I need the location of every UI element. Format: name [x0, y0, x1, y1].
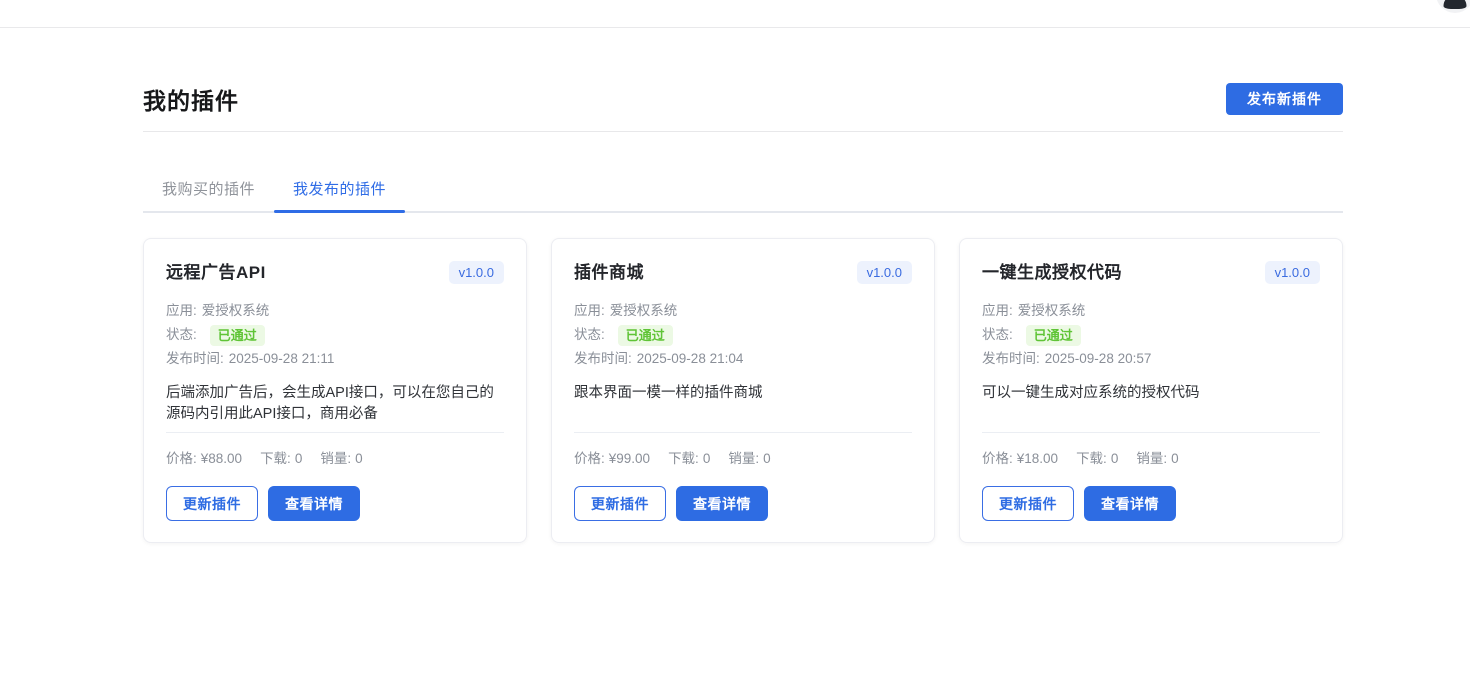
- price-label: 价格:: [982, 451, 1013, 466]
- sales-label: 销量:: [1136, 451, 1167, 466]
- price-stat: 价格: ¥18.00: [982, 447, 1058, 467]
- app-label: 应用:: [166, 299, 197, 323]
- publish-time-value: 2025-09-28 20:57: [1045, 347, 1152, 371]
- price-value: ¥99.00: [609, 451, 650, 466]
- version-badge: v1.0.0: [449, 261, 504, 284]
- publish-time-label: 发布时间:: [166, 347, 224, 371]
- top-bar: [0, 0, 1470, 28]
- meta-publish-time-row: 发布时间: 2025-09-28 21:11: [166, 347, 504, 371]
- plugin-meta: 应用: 爱授权系统 状态: 已通过 发布时间: 2025-09-28 21:11: [166, 299, 504, 371]
- plugin-stats: 价格: ¥88.00 下载: 0 销量: 0: [166, 433, 504, 467]
- tab-bar: 我购买的插件 我发布的插件: [143, 171, 1343, 213]
- version-badge: v1.0.0: [1265, 261, 1320, 284]
- update-plugin-button[interactable]: 更新插件: [982, 486, 1074, 521]
- page-header: 我的插件 发布新插件: [143, 82, 1343, 132]
- meta-app-row: 应用: 爱授权系统: [982, 299, 1320, 323]
- plugin-card: 远程广告API v1.0.0 应用: 爱授权系统 状态: 已通过 发布时间: 2…: [143, 238, 527, 543]
- sales-label: 销量:: [320, 451, 351, 466]
- app-label: 应用:: [982, 299, 1013, 323]
- app-label: 应用:: [574, 299, 605, 323]
- sales-value: 0: [1171, 451, 1179, 466]
- tab-published-plugins[interactable]: 我发布的插件: [274, 171, 405, 211]
- plugin-title: 远程广告API: [166, 261, 266, 285]
- card-header: 一键生成授权代码 v1.0.0: [982, 261, 1320, 285]
- plugin-card: 插件商城 v1.0.0 应用: 爱授权系统 状态: 已通过 发布时间: 2025…: [551, 238, 935, 543]
- card-actions: 更新插件 查看详情: [166, 486, 504, 521]
- update-plugin-button[interactable]: 更新插件: [166, 486, 258, 521]
- plugin-meta: 应用: 爱授权系统 状态: 已通过 发布时间: 2025-09-28 21:04: [574, 299, 912, 371]
- card-actions: 更新插件 查看详情: [982, 486, 1320, 521]
- user-silhouette-icon: [1444, 0, 1467, 9]
- downloads-label: 下载:: [668, 451, 699, 466]
- version-badge: v1.0.0: [857, 261, 912, 284]
- meta-app-row: 应用: 爱授权系统: [166, 299, 504, 323]
- plugin-stats: 价格: ¥99.00 下载: 0 销量: 0: [574, 433, 912, 467]
- price-label: 价格:: [166, 451, 197, 466]
- sales-value: 0: [355, 451, 363, 466]
- publish-time-label: 发布时间:: [982, 347, 1040, 371]
- sales-value: 0: [763, 451, 771, 466]
- user-avatar[interactable]: [1436, 0, 1470, 13]
- card-actions: 更新插件 查看详情: [574, 486, 912, 521]
- app-value: 爱授权系统: [202, 299, 270, 323]
- price-value: ¥18.00: [1017, 451, 1058, 466]
- tab-purchased-plugins[interactable]: 我购买的插件: [143, 171, 274, 211]
- meta-app-row: 应用: 爱授权系统: [574, 299, 912, 323]
- publish-time-value: 2025-09-28 21:11: [229, 347, 335, 371]
- status-badge: 已通过: [210, 325, 265, 346]
- downloads-stat: 下载: 0: [668, 447, 710, 467]
- sales-stat: 销量: 0: [320, 447, 362, 467]
- price-label: 价格:: [574, 451, 605, 466]
- card-header: 远程广告API v1.0.0: [166, 261, 504, 285]
- plugin-card: 一键生成授权代码 v1.0.0 应用: 爱授权系统 状态: 已通过 发布时间: …: [959, 238, 1343, 543]
- meta-status-row: 状态: 已通过: [982, 323, 1320, 347]
- meta-status-row: 状态: 已通过: [166, 323, 504, 347]
- status-label: 状态:: [982, 323, 1013, 347]
- meta-publish-time-row: 发布时间: 2025-09-28 21:04: [574, 347, 912, 371]
- publish-time-label: 发布时间:: [574, 347, 632, 371]
- app-value: 爱授权系统: [1018, 299, 1086, 323]
- price-value: ¥88.00: [201, 451, 242, 466]
- plugin-description: 后端添加广告后，会生成API接口，可以在您自己的源码内引用此API接口，商用必备: [166, 383, 504, 425]
- downloads-stat: 下载: 0: [1076, 447, 1118, 467]
- plugin-title: 一键生成授权代码: [982, 261, 1122, 285]
- plugin-card-grid: 远程广告API v1.0.0 应用: 爱授权系统 状态: 已通过 发布时间: 2…: [143, 238, 1343, 543]
- status-label: 状态:: [166, 323, 197, 347]
- main-content: 我的插件 发布新插件 我购买的插件 我发布的插件 远程广告API v1.0.0 …: [143, 28, 1343, 543]
- app-value: 爱授权系统: [610, 299, 678, 323]
- status-badge: 已通过: [618, 325, 673, 346]
- downloads-stat: 下载: 0: [260, 447, 302, 467]
- plugin-description: 可以一键生成对应系统的授权代码: [982, 383, 1320, 425]
- plugin-meta: 应用: 爱授权系统 状态: 已通过 发布时间: 2025-09-28 20:57: [982, 299, 1320, 371]
- plugin-description: 跟本界面一模一样的插件商城: [574, 383, 912, 425]
- sales-stat: 销量: 0: [728, 447, 770, 467]
- card-header: 插件商城 v1.0.0: [574, 261, 912, 285]
- status-label: 状态:: [574, 323, 605, 347]
- plugin-stats: 价格: ¥18.00 下载: 0 销量: 0: [982, 433, 1320, 467]
- meta-publish-time-row: 发布时间: 2025-09-28 20:57: [982, 347, 1320, 371]
- view-details-button[interactable]: 查看详情: [676, 486, 768, 521]
- downloads-label: 下载:: [260, 451, 291, 466]
- view-details-button[interactable]: 查看详情: [268, 486, 360, 521]
- meta-status-row: 状态: 已通过: [574, 323, 912, 347]
- view-details-button[interactable]: 查看详情: [1084, 486, 1176, 521]
- plugin-title: 插件商城: [574, 261, 644, 285]
- sales-stat: 销量: 0: [1136, 447, 1178, 467]
- downloads-label: 下载:: [1076, 451, 1107, 466]
- page-title: 我的插件: [143, 82, 239, 116]
- downloads-value: 0: [703, 451, 711, 466]
- downloads-value: 0: [295, 451, 303, 466]
- publish-time-value: 2025-09-28 21:04: [637, 347, 744, 371]
- price-stat: 价格: ¥88.00: [166, 447, 242, 467]
- publish-new-plugin-button[interactable]: 发布新插件: [1226, 83, 1343, 115]
- downloads-value: 0: [1111, 451, 1119, 466]
- update-plugin-button[interactable]: 更新插件: [574, 486, 666, 521]
- status-badge: 已通过: [1026, 325, 1081, 346]
- price-stat: 价格: ¥99.00: [574, 447, 650, 467]
- sales-label: 销量:: [728, 451, 759, 466]
